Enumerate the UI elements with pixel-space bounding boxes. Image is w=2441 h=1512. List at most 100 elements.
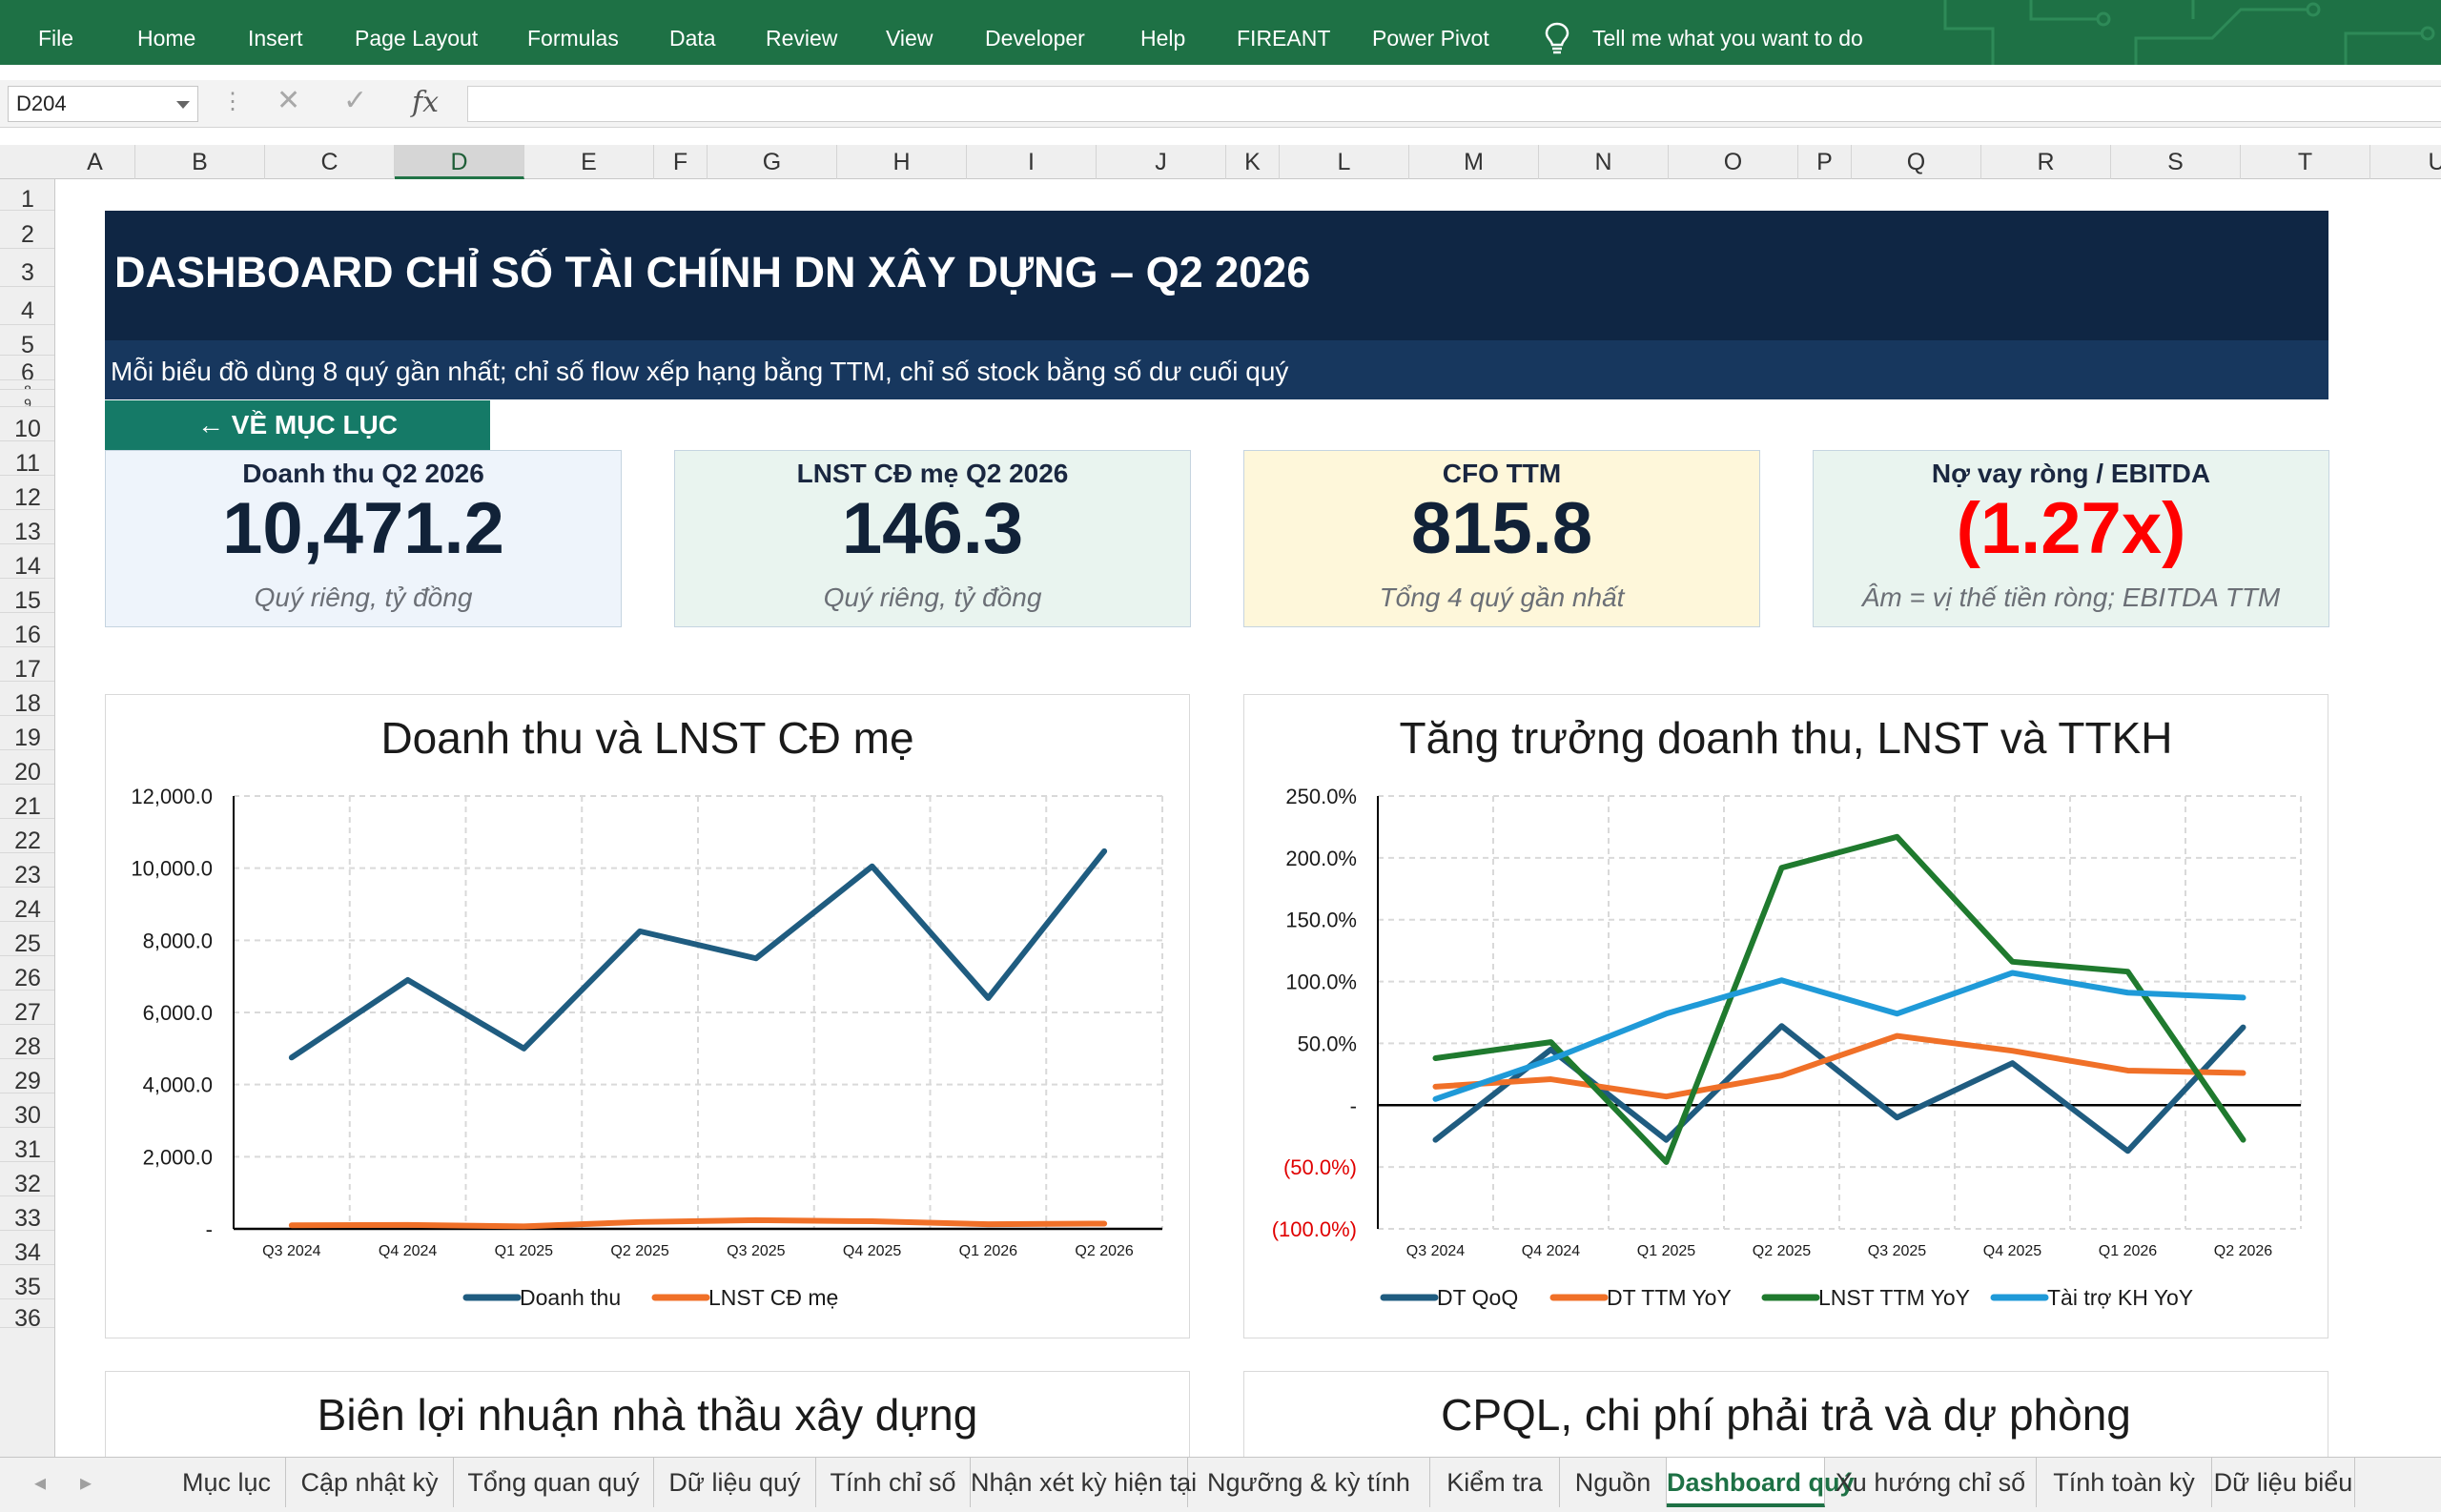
row-header-5[interactable]: 5	[0, 325, 54, 356]
column-header-a[interactable]: A	[55, 145, 135, 179]
name-box[interactable]: D204	[8, 86, 198, 122]
tell-me-search[interactable]: Tell me what you want to do	[1592, 0, 1863, 65]
row-header-26[interactable]: 26	[0, 956, 54, 991]
chart-admin-expenses[interactable]: CPQL, chi phí phải trả và dự phòng	[1243, 1371, 2328, 1457]
ribbon-tab-insert[interactable]: Insert	[248, 0, 303, 65]
sheet-tab[interactable]: Tổng quan quý	[454, 1458, 654, 1507]
row-header-9[interactable]: 9	[0, 390, 54, 407]
kpi-label: Nợ vay ròng / EBITDA	[1931, 459, 2211, 488]
ribbon-tab-review[interactable]: Review	[766, 0, 837, 65]
cancel-icon[interactable]: ✕	[277, 84, 300, 117]
row-header-25[interactable]: 25	[0, 922, 54, 956]
row-header-11[interactable]: 11	[0, 441, 54, 476]
column-header-q[interactable]: Q	[1852, 145, 1981, 179]
row-header-22[interactable]: 22	[0, 819, 54, 853]
sheet-tab[interactable]: Ngưỡng & kỳ tính	[1188, 1458, 1430, 1507]
column-header-f[interactable]: F	[654, 145, 708, 179]
column-header-i[interactable]: I	[967, 145, 1097, 179]
row-header-13[interactable]: 13	[0, 510, 54, 544]
chart-revenue-profit[interactable]: Doanh thu và LNST CĐ mẹ -2,000.0 4,000.0 6…	[105, 694, 1190, 1338]
sheet-tab[interactable]: Dữ liệu quý	[654, 1458, 816, 1507]
ribbon-tab-home[interactable]: Home	[137, 0, 195, 65]
row-header-34[interactable]: 34	[0, 1231, 54, 1265]
sheet-tab[interactable]: Tính toàn kỳ	[2037, 1458, 2212, 1507]
enter-check-icon[interactable]: ✓	[343, 84, 367, 117]
sheet-tab[interactable]: Nguồn	[1560, 1458, 1667, 1507]
ribbon-tab-fireant[interactable]: FIREANT	[1237, 0, 1330, 65]
row-header-15[interactable]: 15	[0, 579, 54, 613]
row-header-3[interactable]: 3	[0, 249, 54, 287]
row-header-27[interactable]: 27	[0, 991, 54, 1025]
sheet-tab[interactable]: Xu hướng chỉ số	[1825, 1458, 2037, 1507]
ribbon-tab-developer[interactable]: Developer	[985, 0, 1085, 65]
chevron-down-icon[interactable]	[176, 101, 190, 109]
column-header-b[interactable]: B	[135, 145, 265, 179]
row-header-30[interactable]: 30	[0, 1093, 54, 1128]
column-header-u[interactable]: U	[2370, 145, 2441, 179]
row-header-36[interactable]: 36	[0, 1299, 54, 1328]
row-header-1[interactable]: 1	[0, 179, 54, 211]
sheet-tab[interactable]: Tính chỉ số	[816, 1458, 971, 1507]
row-header-23[interactable]: 23	[0, 853, 54, 888]
sheet-tab[interactable]: Mục lục	[168, 1458, 286, 1507]
column-header-g[interactable]: G	[708, 145, 837, 179]
kpi-label: CFO TTM	[1442, 459, 1562, 488]
row-header-28[interactable]: 28	[0, 1025, 54, 1059]
ribbon-tab-file[interactable]: File	[38, 0, 73, 65]
row-header-33[interactable]: 33	[0, 1196, 54, 1231]
column-header-d[interactable]: D	[395, 145, 524, 179]
row-header-12[interactable]: 12	[0, 476, 54, 510]
column-header-m[interactable]: M	[1409, 145, 1539, 179]
row-header-17[interactable]: 17	[0, 647, 54, 682]
sheet-tab[interactable]: Cập nhật kỳ	[286, 1458, 454, 1507]
column-header-c[interactable]: C	[265, 145, 395, 179]
row-header-24[interactable]: 24	[0, 888, 54, 922]
row-header-32[interactable]: 32	[0, 1162, 54, 1196]
row-header-16[interactable]: 16	[0, 613, 54, 647]
row-header-2[interactable]: 2	[0, 211, 54, 249]
row-header-8[interactable]: 8	[0, 380, 54, 390]
sheet-tab[interactable]: Nhận xét kỳ hiện tại	[971, 1458, 1197, 1507]
x-tick-label: Q4 2024	[379, 1243, 437, 1259]
row-header-18[interactable]: 18	[0, 682, 54, 716]
ribbon-tab-page-layout[interactable]: Page Layout	[355, 0, 478, 65]
ribbon-tab-help[interactable]: Help	[1140, 0, 1185, 65]
column-header-e[interactable]: E	[524, 145, 654, 179]
insert-function-icon[interactable]: fx	[412, 86, 439, 119]
column-header-r[interactable]: R	[1981, 145, 2111, 179]
sheet-tab[interactable]: Dashboard quý	[1667, 1458, 1855, 1507]
ribbon-tab-data[interactable]: Data	[669, 0, 716, 65]
sheet-grid[interactable]: DASHBOARD CHỈ SỐ TÀI CHÍNH DN XÂY DỰNG –…	[55, 179, 2441, 1457]
ribbon-tab-power-pivot[interactable]: Power Pivot	[1372, 0, 1489, 65]
ribbon-tab-formulas[interactable]: Formulas	[527, 0, 619, 65]
ribbon-tab-view[interactable]: View	[886, 0, 933, 65]
row-header-29[interactable]: 29	[0, 1059, 54, 1093]
column-header-p[interactable]: P	[1798, 145, 1852, 179]
row-header-19[interactable]: 19	[0, 716, 54, 750]
column-header-k[interactable]: K	[1226, 145, 1280, 179]
sheet-tab[interactable]: Kiểm tra	[1430, 1458, 1560, 1507]
tab-scroll-right-icon[interactable]: ▸	[80, 1469, 92, 1497]
column-header-h[interactable]: H	[837, 145, 967, 179]
chart-growth[interactable]: Tăng trưởng doanh thu, LNST và TTKH (100…	[1243, 694, 2328, 1338]
column-header-s[interactable]: S	[2111, 145, 2241, 179]
sheet-tab[interactable]: Dữ liệu biểu	[2212, 1458, 2355, 1507]
column-header-t[interactable]: T	[2241, 145, 2370, 179]
column-header-j[interactable]: J	[1097, 145, 1226, 179]
formula-input[interactable]	[467, 86, 2441, 122]
row-header-4[interactable]: 4	[0, 287, 54, 325]
back-to-index-button[interactable]: ← VỀ MỤC LỤC	[105, 400, 490, 450]
row-header-35[interactable]: 35	[0, 1265, 54, 1299]
column-header-o[interactable]: O	[1669, 145, 1798, 179]
row-header-6[interactable]: 6	[0, 356, 54, 380]
row-header-10[interactable]: 10	[0, 407, 54, 441]
column-header-l[interactable]: L	[1280, 145, 1409, 179]
chart-contractor-margin[interactable]: Biên lợi nhuận nhà thầu xây dựng	[105, 1371, 1190, 1457]
row-header-14[interactable]: 14	[0, 544, 54, 579]
row-header-20[interactable]: 20	[0, 750, 54, 785]
tab-scroll-left-icon[interactable]: ◂	[34, 1469, 46, 1497]
vertical-dots-icon[interactable]: ⋮	[221, 88, 244, 115]
row-header-31[interactable]: 31	[0, 1128, 54, 1162]
row-header-21[interactable]: 21	[0, 785, 54, 819]
column-header-n[interactable]: N	[1539, 145, 1669, 179]
